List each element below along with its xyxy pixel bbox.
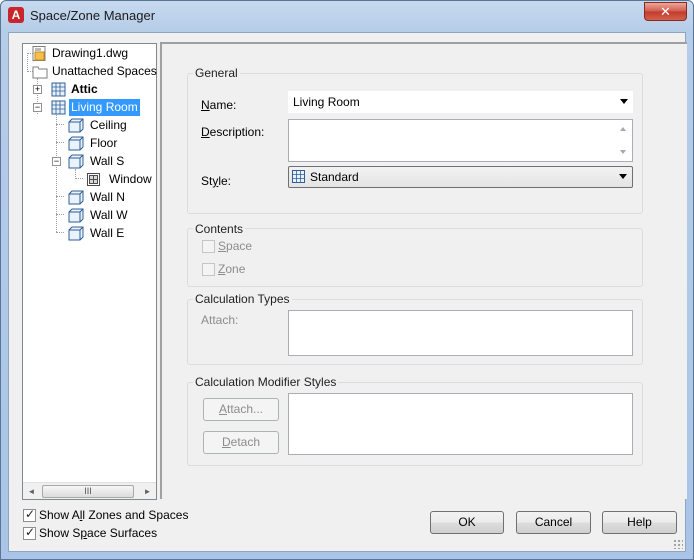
contents-group-title: Contents [193, 222, 246, 236]
tree-item-ceiling[interactable]: Ceiling [23, 117, 156, 134]
contents-group [187, 228, 643, 287]
tree-item-wall-n[interactable]: Wall N [23, 189, 156, 206]
tree-item-label: Unattached Spaces [52, 64, 157, 78]
tree-item-label: Living Room [69, 99, 140, 116]
close-button[interactable]: ✕ [644, 2, 687, 21]
chevron-down-icon[interactable] [619, 174, 627, 179]
space-checkbox-label: Space [218, 239, 253, 253]
tree-item-wall-w[interactable]: Wall W [23, 207, 156, 224]
surface-icon [68, 208, 84, 223]
chevron-down-icon[interactable] [620, 99, 628, 104]
space-icon [51, 82, 66, 97]
tree-item-wall-e[interactable]: Wall E [23, 225, 156, 242]
checkmark-icon: ✓ [25, 525, 36, 539]
style-value: Standard [310, 170, 359, 184]
show-all-zones-checkbox[interactable]: ✓ [23, 507, 36, 522]
show-space-surfaces-label: Show Space Surfaces [39, 526, 158, 540]
tree-item-unattached-spaces[interactable]: Unattached Spaces [23, 63, 157, 80]
tree-item-label: Drawing1.dwg [52, 46, 129, 60]
tree-item-wall-s[interactable]: − Wall S [23, 153, 156, 170]
scroll-right-icon[interactable]: ► [139, 483, 156, 500]
surface-icon [68, 136, 84, 151]
tree-item-label: Ceiling [90, 118, 127, 132]
collapse-icon[interactable]: − [33, 103, 42, 112]
ok-button[interactable]: OK [430, 511, 504, 534]
style-label: Style: [201, 174, 232, 188]
detach-button[interactable]: Detach [203, 431, 279, 454]
tree-item-floor[interactable]: Floor [23, 135, 156, 152]
tree-item-drawing[interactable]: Drawing1.dwg [23, 45, 156, 62]
surface-icon [68, 226, 84, 241]
attach-label: Attach: [201, 313, 239, 327]
dialog-client-area: Drawing1.dwg Unattached Spaces + Attic − [8, 32, 687, 552]
scroll-thumb[interactable]: III [42, 485, 134, 498]
tree-item-living-room[interactable]: − Living Room [23, 99, 156, 116]
title-bar[interactable]: A Space/Zone Manager ✕ [1, 1, 693, 31]
autocad-app-icon: A [8, 7, 24, 23]
opening-icon [87, 173, 100, 186]
scroll-left-icon[interactable]: ◄ [23, 483, 40, 500]
description-field[interactable] [288, 119, 633, 162]
zone-checkbox-label: Zone [218, 262, 246, 276]
name-value: Living Room [293, 95, 360, 109]
general-group-title: General [193, 66, 240, 80]
zone-checkbox[interactable] [202, 263, 215, 276]
properties-panel: General Name: Living Room Description: S… [160, 42, 687, 499]
checkmark-icon: ✓ [25, 507, 36, 521]
folder-icon [32, 66, 48, 79]
description-scrollbar[interactable] [615, 120, 632, 161]
tree-item-attic[interactable]: + Attic [23, 81, 156, 98]
tree-item-label: Wall W [90, 208, 128, 222]
surface-icon [68, 154, 84, 169]
window-title: Space/Zone Manager [30, 8, 156, 23]
space-style-icon [292, 170, 305, 183]
description-label: Description: [201, 125, 265, 139]
calculation-types-list[interactable] [288, 310, 633, 356]
scroll-down-icon[interactable] [620, 150, 626, 154]
drawing-file-icon [32, 46, 46, 61]
style-select[interactable]: Standard [288, 166, 633, 188]
space-zone-manager-dialog: A Space/Zone Manager ✕ Drawing1.dwg Unat… [0, 0, 694, 560]
name-field[interactable]: Living Room [288, 91, 633, 113]
tree-item-label: Floor [90, 136, 118, 150]
space-icon [51, 100, 66, 115]
space-checkbox[interactable] [202, 240, 215, 253]
calculation-types-title: Calculation Types [193, 292, 292, 306]
tree-item-label: Window [109, 172, 152, 186]
cancel-button[interactable]: Cancel [516, 511, 591, 534]
surface-icon [68, 190, 84, 205]
tree-item-label: Wall E [90, 226, 125, 240]
surface-icon [68, 118, 84, 133]
help-button[interactable]: Help [602, 511, 677, 534]
tree-horizontal-scrollbar[interactable]: ◄ III ► [23, 482, 156, 499]
space-tree-view[interactable]: Drawing1.dwg Unattached Spaces + Attic − [22, 43, 157, 500]
tree-item-label: Wall N [90, 190, 125, 204]
resize-grip-icon[interactable] [673, 539, 683, 549]
calculation-modifier-styles-list[interactable] [288, 393, 633, 455]
attach-button[interactable]: Attach... [203, 398, 279, 421]
calculation-modifier-styles-title: Calculation Modifier Styles [193, 375, 339, 389]
tree-item-window[interactable]: Window [23, 171, 156, 188]
scroll-up-icon[interactable] [620, 127, 626, 131]
expand-icon[interactable]: + [33, 85, 42, 94]
tree-item-label: Attic [71, 82, 98, 96]
show-space-surfaces-checkbox[interactable]: ✓ [23, 525, 36, 540]
show-all-zones-label: Show All Zones and Spaces [39, 508, 189, 522]
name-label: Name: [201, 98, 237, 112]
tree-item-label: Wall S [90, 154, 125, 168]
collapse-icon[interactable]: − [52, 157, 61, 166]
